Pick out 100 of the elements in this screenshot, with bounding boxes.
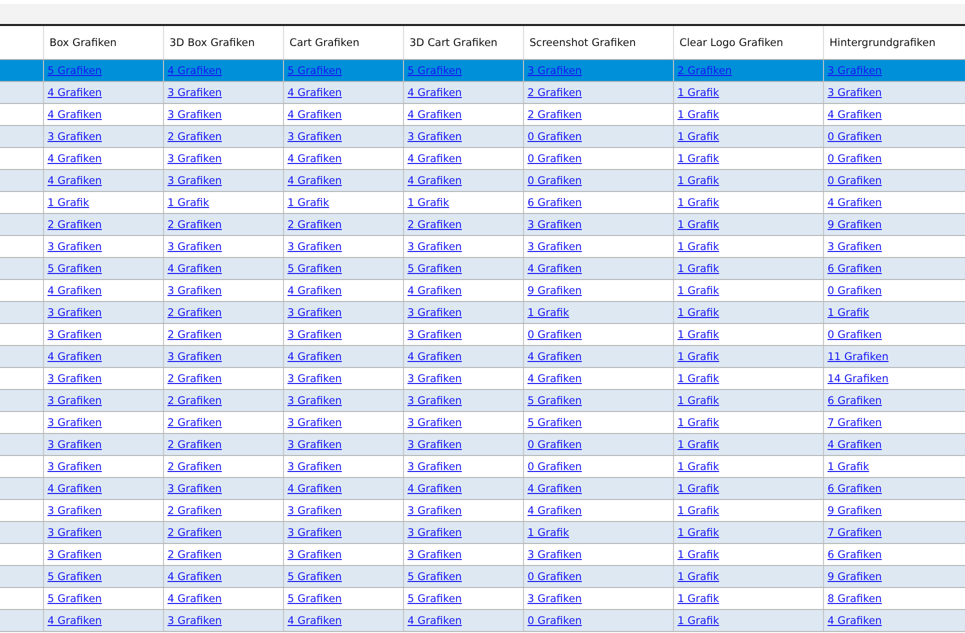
table-row[interactable]: 4 Grafiken 3 Grafiken 4 Grafiken 4 Grafiken 0 Grafiken 1 Grafik 0 Grafiken [0, 170, 965, 192]
grafik-link[interactable]: 0 Grafiken [528, 130, 582, 142]
grafik-link[interactable]: 2 Grafiken [168, 548, 222, 560]
grafik-link[interactable]: 4 Grafiken [828, 108, 882, 120]
grafik-link[interactable]: 3 Grafiken [288, 438, 342, 450]
grafik-link[interactable]: 9 Grafiken [528, 284, 582, 296]
grafik-link[interactable]: 4 Grafiken [48, 174, 102, 186]
grafik-link[interactable]: 3 Grafiken [288, 394, 342, 406]
grafik-link[interactable]: 2 Grafiken [288, 218, 342, 230]
grafik-link[interactable]: 4 Grafiken [408, 350, 462, 362]
grafik-link[interactable]: 2 Grafiken [168, 372, 222, 384]
column-header[interactable]: Screenshot Grafiken [530, 36, 636, 48]
grafik-link[interactable]: 3 Grafiken [48, 460, 102, 472]
grafik-link[interactable]: 4 Grafiken [408, 614, 462, 626]
grafik-link[interactable]: 4 Grafiken [168, 592, 222, 604]
grafik-link[interactable]: 4 Grafiken [48, 152, 102, 164]
table-row[interactable]: 3 Grafiken 2 Grafiken 3 Grafiken 3 Grafiken 0 Grafiken 1 Grafik 4 Grafiken [0, 434, 965, 456]
grafik-link[interactable]: 1 Grafik [828, 306, 870, 318]
grafik-link[interactable]: 3 Grafiken [48, 328, 102, 340]
grafik-link[interactable]: 4 Grafiken [288, 86, 342, 98]
grafik-link[interactable]: 1 Grafik [678, 328, 720, 340]
grafik-link[interactable]: 3 Grafiken [168, 86, 222, 98]
grafik-link[interactable]: 1 Grafik [678, 460, 720, 472]
grafik-link[interactable]: 4 Grafiken [48, 86, 102, 98]
column-header[interactable]: Hintergrundgrafiken [830, 36, 936, 48]
grafik-link[interactable]: 0 Grafiken [828, 130, 882, 142]
grafik-link[interactable]: 1 Grafik [678, 152, 720, 164]
grafik-link[interactable]: 7 Grafiken [828, 416, 882, 428]
grafik-link[interactable]: 3 Grafiken [828, 86, 882, 98]
grafik-link[interactable]: 4 Grafiken [408, 152, 462, 164]
grafik-link[interactable]: 1 Grafik [678, 306, 720, 318]
grafik-link[interactable]: 3 Grafiken [408, 504, 462, 516]
grafik-link[interactable]: 2 Grafiken [168, 394, 222, 406]
grafik-link[interactable]: 4 Grafiken [408, 86, 462, 98]
grafik-link[interactable]: 0 Grafiken [528, 174, 582, 186]
grafik-link[interactable]: 3 Grafiken [288, 306, 342, 318]
grafik-link[interactable]: 3 Grafiken [48, 240, 102, 252]
grafik-link[interactable]: 9 Grafiken [828, 218, 882, 230]
column-header[interactable]: 3D Box Grafiken [170, 36, 255, 48]
grafik-link[interactable]: 4 Grafiken [408, 174, 462, 186]
grafik-link[interactable]: 4 Grafiken [528, 350, 582, 362]
grafik-link[interactable]: 3 Grafiken [828, 240, 882, 252]
grafik-link[interactable]: 1 Grafik [678, 218, 720, 230]
grafik-link[interactable]: 3 Grafiken [48, 504, 102, 516]
grafik-link[interactable]: 3 Grafiken [168, 108, 222, 120]
grafik-link[interactable]: 4 Grafiken [48, 108, 102, 120]
grafik-link[interactable]: 9 Grafiken [828, 570, 882, 582]
grafik-link[interactable]: 5 Grafiken [288, 570, 342, 582]
table-row[interactable]: 4 Grafiken 3 Grafiken 4 Grafiken 4 Grafiken 0 Grafiken 1 Grafik 4 Grafiken [0, 610, 965, 632]
grafik-link[interactable]: 3 Grafiken [168, 240, 222, 252]
grafik-link[interactable]: 3 Grafiken [48, 526, 102, 538]
grafik-link[interactable]: 4 Grafiken [288, 350, 342, 362]
grafik-link[interactable]: 5 Grafiken [408, 262, 462, 274]
grafik-link[interactable]: 1 Grafik [678, 240, 720, 252]
grafik-link[interactable]: 4 Grafiken [408, 482, 462, 494]
grafik-link[interactable]: 1 Grafik [678, 372, 720, 384]
table-row[interactable]: 5 Grafiken 4 Grafiken 5 Grafiken 5 Grafiken 0 Grafiken 1 Grafik 9 Grafiken [0, 566, 965, 588]
grafik-link[interactable]: 3 Grafiken [288, 240, 342, 252]
grafik-link[interactable]: 4 Grafiken [828, 196, 882, 208]
grafik-link[interactable]: 2 Grafiken [168, 526, 222, 538]
grafik-link[interactable]: 6 Grafiken [528, 196, 582, 208]
grafik-link[interactable]: 4 Grafiken [408, 108, 462, 120]
table-row[interactable]: 4 Grafiken 3 Grafiken 4 Grafiken 4 Grafiken 4 Grafiken 1 Grafik 11 Grafiken [0, 346, 965, 368]
grafik-link[interactable]: 2 Grafiken [168, 328, 222, 340]
grafik-link[interactable]: 2 Grafiken [168, 438, 222, 450]
grafik-link[interactable]: 3 Grafiken [528, 218, 582, 230]
grafik-link[interactable]: 5 Grafiken [408, 570, 462, 582]
grafik-link[interactable]: 4 Grafiken [48, 482, 102, 494]
grafik-link[interactable]: 0 Grafiken [528, 570, 582, 582]
grafik-link[interactable]: 1 Grafik [828, 460, 870, 472]
grafik-link[interactable]: 5 Grafiken [48, 570, 102, 582]
grafik-link[interactable]: 4 Grafiken [168, 262, 222, 274]
grafik-link[interactable]: 1 Grafik [678, 482, 720, 494]
grafik-link[interactable]: 3 Grafiken [48, 394, 102, 406]
grafik-link[interactable]: 3 Grafiken [288, 548, 342, 560]
grafik-link[interactable]: 0 Grafiken [528, 460, 582, 472]
grafik-link[interactable]: 3 Grafiken [408, 394, 462, 406]
table-row[interactable]: 5 Grafiken 4 Grafiken 5 Grafiken 5 Grafiken 4 Grafiken 1 Grafik 6 Grafiken [0, 258, 965, 280]
grafik-link[interactable]: 2 Grafiken [168, 416, 222, 428]
grafik-link[interactable]: 1 Grafik [678, 86, 720, 98]
grafik-link[interactable]: 1 Grafik [678, 438, 720, 450]
grafik-link[interactable]: 3 Grafiken [408, 438, 462, 450]
grafik-link[interactable]: 3 Grafiken [168, 152, 222, 164]
grafik-link[interactable]: 1 Grafik [678, 592, 720, 604]
grafik-link[interactable]: 0 Grafiken [528, 614, 582, 626]
grafik-link[interactable]: 3 Grafiken [48, 372, 102, 384]
grafik-link[interactable]: 2 Grafiken [528, 108, 582, 120]
grafik-link[interactable]: 3 Grafiken [408, 240, 462, 252]
grafik-link[interactable]: 3 Grafiken [408, 372, 462, 384]
grafik-link[interactable]: 1 Grafik [678, 196, 720, 208]
table-row[interactable]: 4 Grafiken 3 Grafiken 4 Grafiken 4 Grafiken 2 Grafiken 1 Grafik 3 Grafiken [0, 82, 965, 104]
grafik-link[interactable]: 6 Grafiken [828, 548, 882, 560]
grafik-link[interactable]: 3 Grafiken [408, 526, 462, 538]
grafik-link[interactable]: 3 Grafiken [288, 130, 342, 142]
grafik-link[interactable]: 9 Grafiken [828, 504, 882, 516]
grafik-link[interactable]: 1 Grafik [678, 570, 720, 582]
table-row[interactable]: 3 Grafiken 2 Grafiken 3 Grafiken 3 Grafiken 0 Grafiken 1 Grafik 0 Grafiken [0, 126, 965, 148]
grafik-link[interactable]: 1 Grafik [678, 526, 720, 538]
column-header[interactable]: 3D Cart Grafiken [410, 36, 498, 48]
grafik-link[interactable]: 6 Grafiken [828, 262, 882, 274]
